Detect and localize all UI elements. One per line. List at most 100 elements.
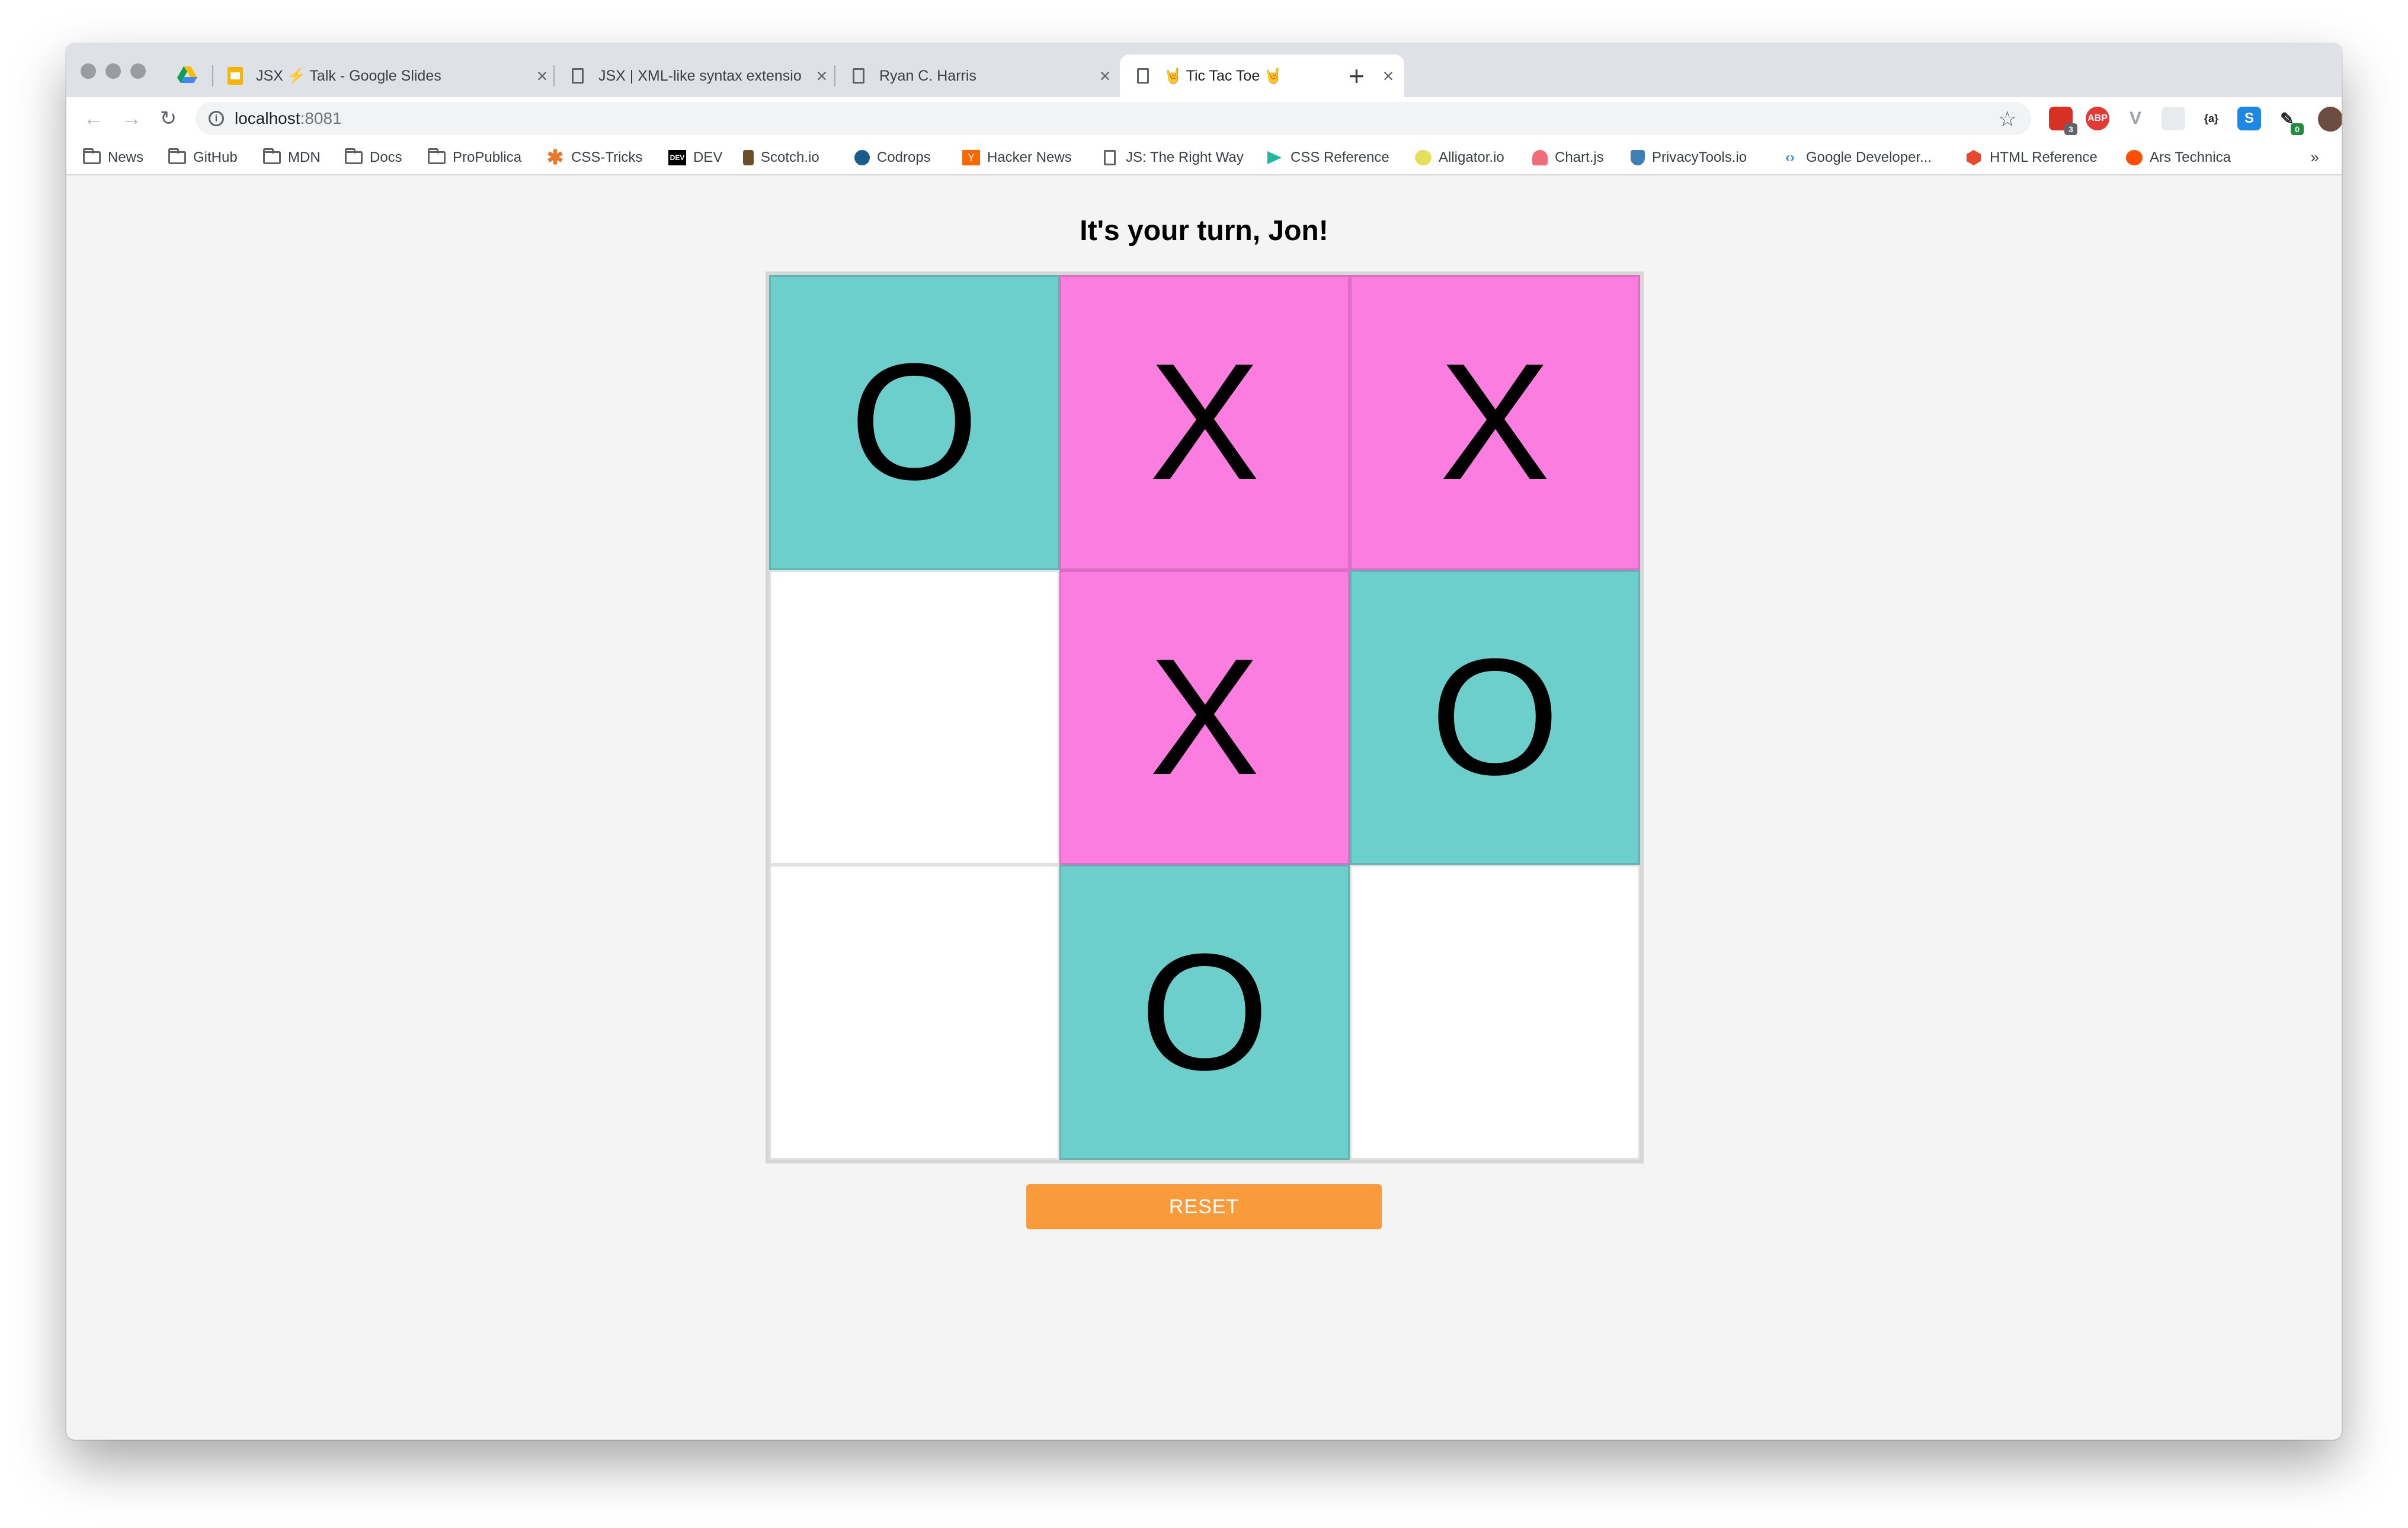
bookmark-css-reference[interactable]: CSS Reference: [1266, 146, 1389, 170]
reload-icon[interactable]: ↻: [153, 103, 184, 134]
bookmark-label: DEV: [693, 149, 723, 165]
folder-icon: [83, 148, 101, 165]
tab-title: Ryan C. Harris: [879, 67, 976, 84]
board-cell[interactable]: O: [1350, 570, 1640, 865]
info-icon[interactable]: i: [209, 111, 224, 126]
page-content: It's your turn, Jon! O X X X O O RESET: [66, 177, 2342, 1440]
page-icon: [1134, 67, 1152, 85]
bookmark-hacker-news[interactable]: Y Hacker News: [962, 146, 1072, 170]
google-slides-icon: [226, 67, 244, 85]
extension-label: S: [2244, 110, 2254, 126]
tab-separator: [553, 65, 555, 87]
bookmark-propublica[interactable]: ProPublica: [428, 146, 521, 170]
close-tab-icon[interactable]: ×: [1096, 65, 1114, 87]
board-cell[interactable]: X: [1350, 275, 1640, 570]
game-board: O X X X O O: [766, 271, 1644, 1163]
google-developers-icon: ‹›: [1785, 149, 1795, 165]
bookmark-codrops[interactable]: Codrops: [854, 146, 931, 170]
blank-extension-icon[interactable]: [2162, 107, 2185, 130]
bookmark-google-developers[interactable]: ‹› Google Developer...: [1781, 146, 1932, 170]
extension-badge: 3: [2064, 123, 2077, 135]
bookmark-news[interactable]: News: [83, 146, 143, 170]
bookmark-label: News: [108, 149, 144, 165]
bookmark-label: HTML Reference: [1990, 149, 2098, 165]
folder-icon: [168, 148, 186, 165]
reset-button[interactable]: RESET: [1026, 1184, 1382, 1229]
json-extension-icon[interactable]: {a}: [2199, 107, 2223, 130]
board-cell[interactable]: [769, 570, 1059, 865]
extension-label: {a}: [2204, 112, 2219, 124]
bookmark-ars-technica[interactable]: Ars Technica: [2126, 146, 2231, 170]
board-cell[interactable]: O: [769, 275, 1059, 570]
css-reference-icon: [1266, 150, 1283, 165]
bookmark-label: Alligator.io: [1439, 149, 1504, 165]
tab-jsx-xml[interactable]: JSX | XML-like syntax extensio ×: [561, 55, 831, 97]
html-reference-icon: [1965, 150, 1983, 165]
bookmark-label: GitHub: [193, 149, 238, 165]
more-bookmarks-icon[interactable]: »: [2311, 148, 2319, 167]
bookmark-mdn[interactable]: MDN: [263, 146, 321, 170]
extension-badge: 0: [2291, 123, 2304, 135]
back-arrow-icon[interactable]: ←: [78, 103, 109, 134]
close-window-button[interactable]: [81, 63, 96, 79]
bookmark-dev[interactable]: DEV DEV: [668, 146, 722, 170]
tab-separator: [834, 65, 835, 87]
bookmarks-bar: News GitHub MDN Docs ProPublica ✱ CSS-Tri…: [66, 140, 2342, 175]
zoom-window-button[interactable]: [130, 63, 146, 79]
hacker-news-icon: Y: [962, 150, 980, 165]
toolbar: ← → ↻ i localhost :8081 ☆ 3 ABP V {a} S …: [66, 97, 2342, 140]
bookmark-star-icon[interactable]: ☆: [1998, 107, 2017, 132]
tab-title: 🤘 Tic Tac Toe 🤘: [1164, 67, 1283, 84]
vue-devtools-icon[interactable]: V: [2124, 107, 2147, 130]
url-port: :8081: [300, 109, 342, 127]
bookmark-docs[interactable]: Docs: [345, 146, 402, 170]
tab-google-slides[interactable]: JSX ⚡ Talk - Google Slides ×: [219, 55, 551, 97]
tab-title: JSX ⚡ Talk - Google Slides: [256, 67, 441, 84]
adblock-plus-icon[interactable]: ABP: [2086, 107, 2109, 130]
close-tab-icon[interactable]: ×: [1379, 65, 1397, 87]
minimize-window-button[interactable]: [105, 63, 121, 79]
bookmark-label: Codrops: [877, 149, 931, 165]
board-cell[interactable]: [1350, 865, 1640, 1160]
bookmark-chartjs[interactable]: Chart.js: [1532, 146, 1604, 170]
folder-icon: [345, 148, 363, 165]
bookmark-js-right-way[interactable]: JS: The Right Way: [1101, 146, 1244, 170]
bookmark-label: Hacker News: [987, 149, 1072, 165]
calendar-extension-icon[interactable]: 3: [2049, 107, 2077, 135]
board-cell[interactable]: X: [1059, 275, 1350, 570]
bookmark-css-tricks[interactable]: ✱ CSS-Tricks: [546, 146, 643, 170]
extension-label: V: [2129, 108, 2141, 128]
bookmark-github[interactable]: GitHub: [168, 146, 238, 170]
bookmark-label: Docs: [370, 149, 402, 165]
eyedropper-extension-icon[interactable]: ✎ 0: [2275, 107, 2304, 135]
bookmark-privacytools[interactable]: PrivacyTools.io: [1631, 146, 1747, 170]
turn-status: It's your turn, Jon!: [1080, 215, 1328, 247]
folder-icon: [263, 148, 281, 165]
address-bar[interactable]: i localhost :8081 ☆: [196, 102, 2031, 135]
bookmark-label: Google Developer...: [1806, 149, 1932, 165]
bookmark-label: CSS Reference: [1291, 149, 1389, 165]
s-extension-icon[interactable]: S: [2237, 107, 2261, 130]
bookmark-html-reference[interactable]: HTML Reference: [1965, 146, 2098, 170]
bookmark-alligator[interactable]: Alligator.io: [1415, 146, 1504, 170]
browser-window: JSX ⚡ Talk - Google Slides × JSX | XML-l…: [66, 44, 2342, 1440]
bookmark-scotch[interactable]: Scotch.io: [743, 146, 819, 170]
url-host: localhost: [235, 109, 300, 127]
close-tab-icon[interactable]: ×: [813, 65, 831, 87]
board-cell[interactable]: X: [1059, 570, 1350, 865]
bookmark-label: CSS-Tricks: [571, 149, 643, 165]
close-tab-icon[interactable]: ×: [533, 65, 551, 87]
tab-strip: JSX ⚡ Talk - Google Slides × JSX | XML-l…: [66, 44, 2342, 97]
bookmark-label: Chart.js: [1555, 149, 1604, 165]
alligator-icon: [1415, 150, 1432, 165]
board-cell[interactable]: O: [1059, 865, 1350, 1160]
board-cell[interactable]: [769, 865, 1059, 1160]
tab-ryan-harris[interactable]: Ryan C. Harris ×: [841, 55, 1114, 97]
dev-icon: DEV: [668, 150, 686, 165]
avatar[interactable]: [2318, 107, 2342, 132]
tab-google-drive[interactable]: [166, 55, 209, 97]
bookmark-label: Scotch.io: [761, 149, 819, 165]
bookmark-label: PrivacyTools.io: [1652, 149, 1747, 165]
new-tab-button[interactable]: +: [1349, 58, 1365, 94]
forward-arrow-icon[interactable]: →: [116, 103, 147, 134]
